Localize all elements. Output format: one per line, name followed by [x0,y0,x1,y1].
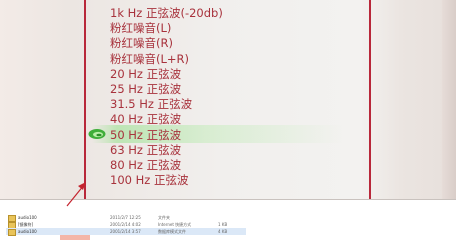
tone-item-20hz[interactable]: 20 Hz 正弦波 [110,67,223,82]
file-size: 4 KB [218,229,228,234]
tone-item-40hz[interactable]: 40 Hz 正弦波 [110,112,223,127]
tone-item-50hz[interactable]: 50 Hz 正弦波 [110,128,223,143]
file-type: 文件夹 [158,215,170,220]
file-size: 1 KB [218,222,228,227]
tone-item-63hz[interactable]: 63 Hz 正弦波 [110,143,223,158]
right-edge-shade [442,0,456,200]
file-icon [8,229,16,236]
file-row[interactable]: [镜像符] 2001/2/14 4:02 Internet 快捷方式 1 KB [6,221,246,229]
tone-list-panel [0,0,456,200]
file-name: [镜像符] [18,222,34,227]
tone-item-pink-noise-lr[interactable]: 粉红噪音(L+R) [110,52,223,67]
file-list: audio100 2011/2/7 12:25 文件夹 [镜像符] 2001/2… [6,214,246,236]
file-name: audio100 [18,215,37,220]
tone-item-25hz[interactable]: 25 Hz 正弦波 [110,82,223,97]
tone-list: 1k Hz 正弦波(-20db) 粉红噪音(L) 粉红噪音(R) 粉红噪音(L+… [110,6,223,188]
file-date: 2011/2/7 12:25 [110,215,141,220]
file-date: 2001/2/14 4:02 [110,222,141,227]
file-row[interactable]: audio100 2001/2/14 3:57 数据库模式文件 4 KB [6,228,246,236]
selection-marker [60,235,90,240]
left-border-line [84,0,86,200]
file-name: audio100 [18,229,37,234]
tone-item-100hz[interactable]: 100 Hz 正弦波 [110,173,223,188]
file-type: Internet 快捷方式 [158,222,192,227]
tone-item-31-5hz[interactable]: 31.5 Hz 正弦波 [110,97,223,112]
tone-item-80hz[interactable]: 80 Hz 正弦波 [110,158,223,173]
file-row[interactable]: audio100 2011/2/7 12:25 文件夹 [6,214,246,222]
tone-item-1k-sine-20db[interactable]: 1k Hz 正弦波(-20db) [110,6,223,21]
file-date: 2001/2/14 3:57 [110,229,141,234]
tone-item-pink-noise-l[interactable]: 粉红噪音(L) [110,21,223,36]
tone-item-pink-noise-r[interactable]: 粉红噪音(R) [110,36,223,51]
file-type: 数据库模式文件 [158,229,186,234]
right-border-line [369,0,371,200]
annotation-arrow-icon [66,182,86,207]
playing-swirl-icon [88,129,106,139]
